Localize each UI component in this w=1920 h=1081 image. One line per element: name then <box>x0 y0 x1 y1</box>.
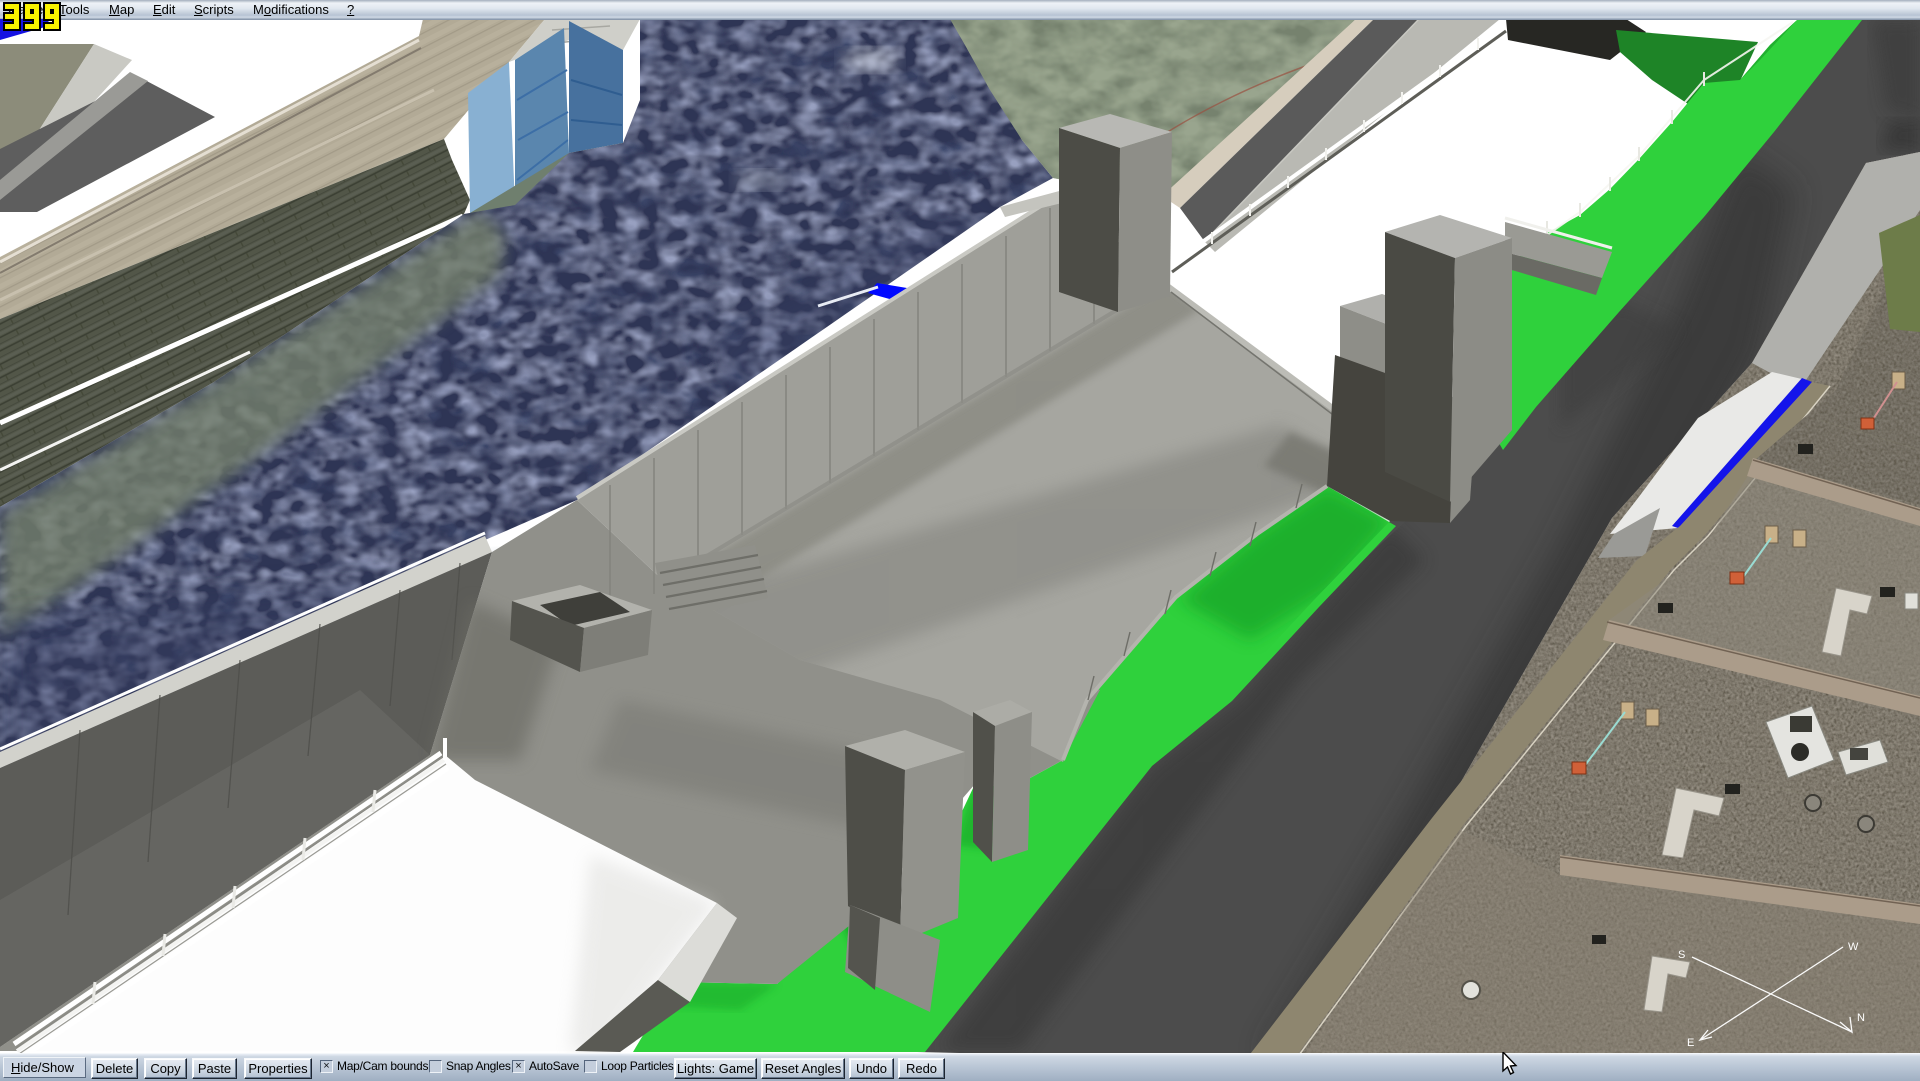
svg-text:S: S <box>1678 949 1685 961</box>
svg-text:N: N <box>1857 1012 1865 1024</box>
svg-text:W: W <box>1848 941 1859 953</box>
svg-text:E: E <box>1687 1037 1694 1049</box>
